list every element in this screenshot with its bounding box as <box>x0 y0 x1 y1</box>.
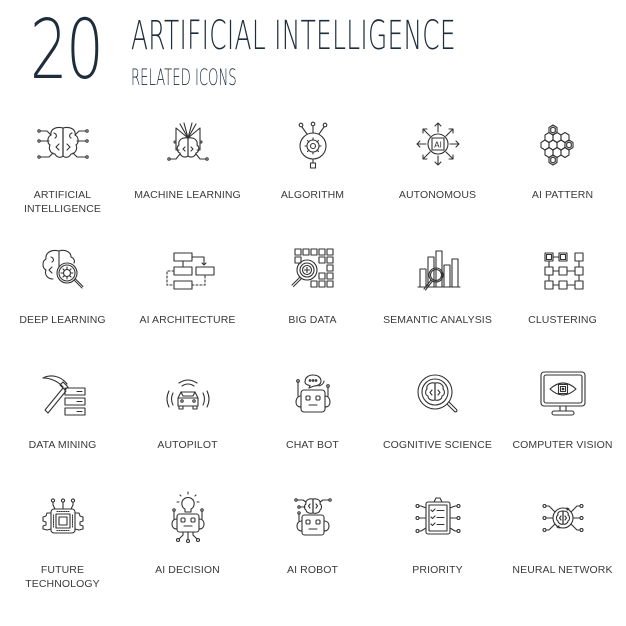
icon-tile: COMPUTER VISION <box>500 368 625 493</box>
icon-label: AUTOPILOT <box>157 439 218 451</box>
ai-decision-icon <box>162 491 214 555</box>
clustering-icon <box>537 243 589 305</box>
icon-label: AI PATTERN <box>531 189 594 201</box>
icon-tile: CHAT BOT <box>250 368 375 493</box>
label-line: FUTURE <box>40 564 85 576</box>
icon-tile: MACHINE LEARNING <box>125 118 250 243</box>
label-line: TECHNOLOGY <box>25 578 100 590</box>
icon-label: CLUSTERING <box>528 314 597 326</box>
big-data-icon <box>287 243 339 305</box>
icon-tile: ALGORITHM <box>250 118 375 243</box>
icon-label: MACHINE LEARNING <box>134 189 241 201</box>
icon-tile: COGNITIVE SCIENCE <box>375 368 500 493</box>
algorithm-icon <box>287 118 339 180</box>
icon-tile: SEMANTIC ANALYSIS <box>375 243 500 368</box>
semantic-analysis-icon <box>412 243 464 305</box>
cognitive-science-icon <box>412 368 464 430</box>
icon-label: AUTONOMOUS <box>398 189 477 201</box>
icon-tile: AI ARCHITECTURE <box>125 243 250 368</box>
page-title: ARTIFICIAL INTELLIGENCE <box>131 13 456 59</box>
icon-tile: AI AUTONOMOUS <box>375 118 500 243</box>
icon-label: COGNITIVE SCIENCE <box>382 439 493 451</box>
icon-label: AI ARCHITECTURE <box>139 314 236 326</box>
icon-label: COMPUTER VISION <box>512 439 613 451</box>
icon-label: NEURAL NETWORK <box>512 564 613 576</box>
icon-tile: BIG DATA <box>250 243 375 368</box>
icon-label: AI ROBOT <box>287 564 338 576</box>
page-subtitle: RELATED ICONS <box>131 66 237 91</box>
icon-label: CHAT BOT <box>286 439 339 451</box>
chat-bot-icon <box>287 368 339 430</box>
computer-vision-icon <box>537 368 589 430</box>
icon-tile: AUTOPILOT <box>125 368 250 493</box>
ai-pattern-icon <box>537 118 589 180</box>
icon-tile: DEEP LEARNING <box>0 243 125 368</box>
data-mining-icon <box>37 368 89 430</box>
icon-tile: ARTIFICIAL INTELLIGENCE <box>0 118 125 243</box>
icon-label: PRIORITY <box>412 564 463 576</box>
icon-label: BIG DATA <box>288 314 337 326</box>
ai-architecture-icon <box>162 243 215 305</box>
icon-tile: PRIORITY <box>375 493 500 618</box>
icon-tile: AI ROBOT <box>250 493 375 618</box>
autopilot-icon <box>162 368 214 430</box>
icon-tile: FUTURE TECHNOLOGY <box>0 493 125 618</box>
icon-count: 20 <box>30 3 104 98</box>
icon-tile: CLUSTERING <box>500 243 625 368</box>
neural-network-icon <box>537 493 589 555</box>
future-technology-icon <box>37 493 89 555</box>
icon-tile: DATA MINING <box>0 368 125 493</box>
machine-learning-icon <box>162 118 214 180</box>
icon-label: ALGORITHM <box>280 189 345 201</box>
icon-tile: NEURAL NETWORK <box>500 493 625 618</box>
deep-learning-icon <box>37 243 89 305</box>
chip-text: AI <box>434 141 442 150</box>
icon-label: AI DECISION <box>155 564 220 576</box>
autonomous-icon: AI <box>412 118 464 180</box>
priority-icon <box>412 493 464 555</box>
label-line: ARTIFICIAL <box>33 189 92 201</box>
artificial-intelligence-icon <box>37 118 89 180</box>
icon-tile: AI DECISION <box>125 491 250 618</box>
header: 20 ARTIFICIAL INTELLIGENCE RELATED ICONS <box>0 0 626 110</box>
label-line: INTELLIGENCE <box>23 203 102 215</box>
icon-tile: AI PATTERN <box>500 118 625 243</box>
icon-label: SEMANTIC ANALYSIS <box>383 314 492 326</box>
ai-robot-icon <box>287 493 339 555</box>
